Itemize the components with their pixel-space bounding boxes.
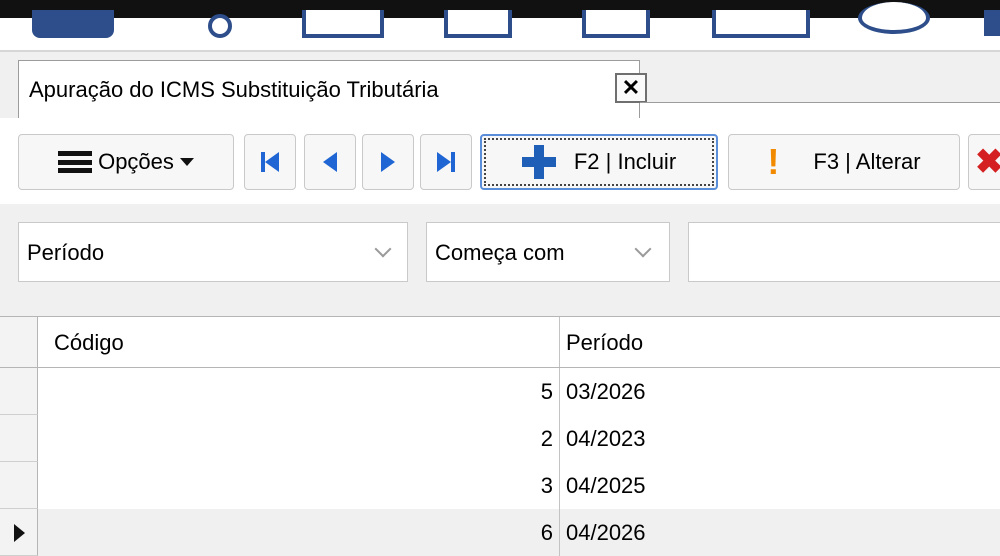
module-icon-3[interactable] (302, 10, 384, 38)
cell-periodo: 04/2026 (566, 520, 646, 545)
grid-header: Código Período (0, 317, 1000, 368)
close-icon: ✕ (621, 75, 641, 100)
filter-search-input[interactable] (688, 222, 1000, 282)
filter-field-value: Período (27, 240, 105, 265)
cell-codigo: 3 (540, 473, 553, 498)
first-record-icon (261, 152, 279, 172)
tab-bar: Apuração do ICMS Substituição Tributária… (0, 52, 1000, 119)
toolbar: Opções F2 | Incluir ! F3 | Alterar ✖ (0, 118, 1000, 204)
row-indicator[interactable] (0, 462, 38, 509)
delete-button[interactable]: ✖ (968, 134, 1000, 190)
plus-icon (521, 145, 556, 179)
cell-codigo: 5 (540, 379, 553, 404)
filter-field-select[interactable]: Período (18, 222, 408, 282)
column-header-codigo-label: Código (54, 330, 124, 355)
module-icon-4[interactable] (444, 10, 512, 38)
first-record-button[interactable] (244, 134, 296, 190)
row-indicator[interactable] (0, 368, 38, 415)
chevron-down-icon (374, 240, 392, 258)
include-label: F2 | Incluir (573, 149, 677, 174)
options-button[interactable]: Opções (18, 134, 234, 190)
alter-button[interactable]: ! F3 | Alterar (728, 134, 960, 190)
options-label: Opções (98, 149, 174, 174)
cell-periodo: 04/2025 (566, 473, 646, 498)
close-tab-button[interactable]: ✕ (615, 73, 647, 103)
chevron-down-icon (634, 240, 652, 258)
records-grid: Código Período 5 03/2026 2 04/2023 3 04/… (0, 316, 1000, 556)
column-header-periodo[interactable]: Período (560, 317, 1000, 367)
menu-icon (58, 151, 93, 173)
table-row[interactable]: 5 03/2026 (0, 368, 1000, 415)
exclamation-icon: ! (767, 141, 780, 182)
row-pointer-icon (14, 524, 25, 542)
delete-icon: ✖ (975, 143, 1000, 181)
next-record-icon (381, 152, 395, 172)
module-icon-2[interactable] (208, 14, 232, 38)
table-row[interactable]: 3 04/2025 (0, 462, 1000, 509)
cell-periodo: 04/2023 (566, 426, 646, 451)
cell-periodo: 03/2026 (566, 379, 646, 404)
last-record-button[interactable] (420, 134, 472, 190)
filter-operator-select[interactable]: Começa com (426, 222, 670, 282)
module-icon-7[interactable] (858, 2, 930, 34)
last-record-icon (437, 152, 455, 172)
module-icon-5[interactable] (582, 10, 650, 38)
module-icon-8[interactable] (984, 10, 1000, 36)
module-icon-1[interactable] (32, 10, 114, 38)
top-icon-strip (0, 0, 1000, 52)
dropdown-caret-icon (179, 158, 194, 166)
header-indicator-cell (0, 317, 38, 367)
tab-apuracao-icms-st[interactable]: Apuração do ICMS Substituição Tributária… (18, 60, 647, 118)
previous-record-button[interactable] (304, 134, 356, 190)
cell-codigo: 2 (540, 426, 553, 451)
table-row[interactable]: 2 04/2023 (0, 415, 1000, 462)
filter-operator-value: Começa com (435, 240, 565, 265)
filter-bar: Período Começa com (0, 204, 1000, 316)
previous-record-icon (323, 152, 337, 172)
tab-title: Apuração do ICMS Substituição Tributária (29, 77, 439, 102)
module-icon-6[interactable] (712, 10, 810, 38)
row-indicator[interactable] (0, 509, 38, 556)
column-header-codigo[interactable]: Código (38, 317, 560, 367)
alter-label: F3 | Alterar (813, 149, 921, 174)
column-header-periodo-label: Período (566, 330, 644, 355)
next-record-button[interactable] (362, 134, 414, 190)
row-indicator[interactable] (0, 415, 38, 462)
cell-codigo: 6 (540, 520, 553, 545)
include-button[interactable]: F2 | Incluir (480, 134, 718, 190)
table-row-current[interactable]: 6 04/2026 (0, 509, 1000, 556)
